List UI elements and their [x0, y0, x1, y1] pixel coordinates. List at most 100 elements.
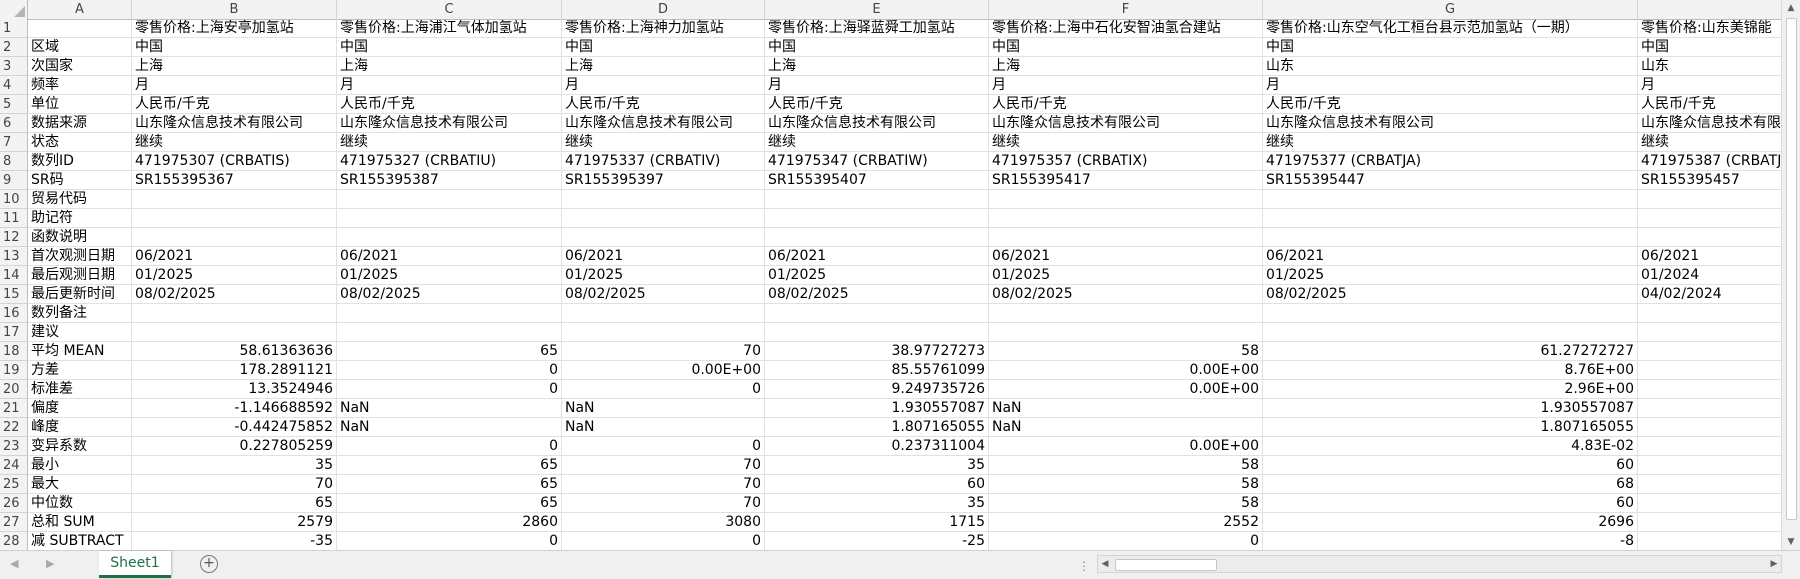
cell-g9[interactable]: SR155395447 [1263, 171, 1638, 190]
cell-b11[interactable] [132, 209, 337, 228]
cell-d27[interactable]: 3080 [562, 513, 765, 532]
cell-h3[interactable]: 山东 [1638, 57, 1782, 76]
cell-d20[interactable]: 0 [562, 380, 765, 399]
cell-b6[interactable]: 山东隆众信息技术有限公司 [132, 114, 337, 133]
cell-c22[interactable]: NaN [337, 418, 562, 437]
cell-b10[interactable] [132, 190, 337, 209]
cell-e9[interactable]: SR155395407 [765, 171, 989, 190]
cell-c12[interactable] [337, 228, 562, 247]
cell-c11[interactable] [337, 209, 562, 228]
cell-f20[interactable]: 0.00E+00 [989, 380, 1263, 399]
cell-f7[interactable]: 继续 [989, 133, 1263, 152]
cell-f5[interactable]: 人民币/千克 [989, 95, 1263, 114]
cell-a28[interactable]: 减 SUBTRACT [28, 532, 132, 550]
cell-b20[interactable]: 13.3524946 [132, 380, 337, 399]
row-number-header[interactable]: 14 [0, 266, 28, 285]
cell-a3[interactable]: 次国家 [28, 57, 132, 76]
row-number-header[interactable]: 6 [0, 114, 28, 133]
cell-a14[interactable]: 最后观测日期 [28, 266, 132, 285]
cell-c16[interactable] [337, 304, 562, 323]
cell-c8[interactable]: 471975327 (CRBATIU) [337, 152, 562, 171]
cell-a25[interactable]: 最大 [28, 475, 132, 494]
cell-a2[interactable]: 区域 [28, 38, 132, 57]
cell-h26[interactable] [1638, 494, 1782, 513]
cell-e3[interactable]: 上海 [765, 57, 989, 76]
cell-g10[interactable] [1263, 190, 1638, 209]
cell-c3[interactable]: 上海 [337, 57, 562, 76]
cell-d13[interactable]: 06/2021 [562, 247, 765, 266]
cell-h10[interactable] [1638, 190, 1782, 209]
cell-e22[interactable]: 1.807165055 [765, 418, 989, 437]
cell-f17[interactable] [989, 323, 1263, 342]
column-header-b[interactable]: B [132, 0, 337, 19]
cell-g6[interactable]: 山东隆众信息技术有限公司 [1263, 114, 1638, 133]
cell-d7[interactable]: 继续 [562, 133, 765, 152]
cell-g23[interactable]: 4.83E-02 [1263, 437, 1638, 456]
row-number-header[interactable]: 7 [0, 133, 28, 152]
row-number-header[interactable]: 10 [0, 190, 28, 209]
row-number-header[interactable]: 9 [0, 171, 28, 190]
cell-f3[interactable]: 上海 [989, 57, 1263, 76]
cell-f26[interactable]: 58 [989, 494, 1263, 513]
cell-e1[interactable]: 零售价格:上海驿蓝舜工加氢站 [765, 19, 989, 38]
cell-e24[interactable]: 35 [765, 456, 989, 475]
cell-c6[interactable]: 山东隆众信息技术有限公司 [337, 114, 562, 133]
row-number-header[interactable]: 5 [0, 95, 28, 114]
cell-g8[interactable]: 471975377 (CRBATJA) [1263, 152, 1638, 171]
cell-f24[interactable]: 58 [989, 456, 1263, 475]
cell-e12[interactable] [765, 228, 989, 247]
sheet-tab-sheet1[interactable]: Sheet1 [99, 551, 171, 578]
cell-e8[interactable]: 471975347 (CRBATIW) [765, 152, 989, 171]
scroll-left-arrow-icon[interactable]: ◀ [1098, 556, 1112, 572]
cell-a1[interactable] [28, 19, 132, 38]
cell-c18[interactable]: 65 [337, 342, 562, 361]
row-number-header[interactable]: 25 [0, 475, 28, 494]
cell-h6[interactable]: 山东隆众信息技术有限 [1638, 114, 1782, 133]
prev-sheet-icon[interactable]: ◀ [10, 557, 18, 570]
cell-c21[interactable]: NaN [337, 399, 562, 418]
cell-c10[interactable] [337, 190, 562, 209]
cell-e10[interactable] [765, 190, 989, 209]
cell-h20[interactable] [1638, 380, 1782, 399]
cell-b14[interactable]: 01/2025 [132, 266, 337, 285]
cell-d22[interactable]: NaN [562, 418, 765, 437]
cell-f14[interactable]: 01/2025 [989, 266, 1263, 285]
horizontal-scroll-thumb[interactable] [1115, 559, 1217, 571]
cell-h1[interactable]: 零售价格:山东美锦能 [1638, 19, 1782, 38]
next-sheet-icon[interactable]: ▶ [46, 557, 54, 570]
cell-e2[interactable]: 中国 [765, 38, 989, 57]
cell-f10[interactable] [989, 190, 1263, 209]
cell-h7[interactable]: 继续 [1638, 133, 1782, 152]
cell-c2[interactable]: 中国 [337, 38, 562, 57]
cell-d18[interactable]: 70 [562, 342, 765, 361]
cell-c7[interactable]: 继续 [337, 133, 562, 152]
cell-f12[interactable] [989, 228, 1263, 247]
cell-h16[interactable] [1638, 304, 1782, 323]
row-number-header[interactable]: 12 [0, 228, 28, 247]
cell-c1[interactable]: 零售价格:上海浦江气体加氢站 [337, 19, 562, 38]
cell-e14[interactable]: 01/2025 [765, 266, 989, 285]
row-number-header[interactable]: 26 [0, 494, 28, 513]
cell-g18[interactable]: 61.27272727 [1263, 342, 1638, 361]
cell-c4[interactable]: 月 [337, 76, 562, 95]
cell-b3[interactable]: 上海 [132, 57, 337, 76]
row-number-header[interactable]: 16 [0, 304, 28, 323]
cell-e17[interactable] [765, 323, 989, 342]
cell-g5[interactable]: 人民币/千克 [1263, 95, 1638, 114]
cell-e7[interactable]: 继续 [765, 133, 989, 152]
cell-e27[interactable]: 1715 [765, 513, 989, 532]
row-number-header[interactable]: 1 [0, 19, 28, 38]
column-header-d[interactable]: D [562, 0, 765, 19]
row-number-header[interactable]: 11 [0, 209, 28, 228]
cell-d19[interactable]: 0.00E+00 [562, 361, 765, 380]
cell-h13[interactable]: 06/2021 [1638, 247, 1782, 266]
cell-b1[interactable]: 零售价格:上海安亭加氢站 [132, 19, 337, 38]
cell-f8[interactable]: 471975357 (CRBATIX) [989, 152, 1263, 171]
cell-b7[interactable]: 继续 [132, 133, 337, 152]
cell-d21[interactable]: NaN [562, 399, 765, 418]
cell-g3[interactable]: 山东 [1263, 57, 1638, 76]
cell-d25[interactable]: 70 [562, 475, 765, 494]
cell-d12[interactable] [562, 228, 765, 247]
cell-b16[interactable] [132, 304, 337, 323]
cell-d16[interactable] [562, 304, 765, 323]
